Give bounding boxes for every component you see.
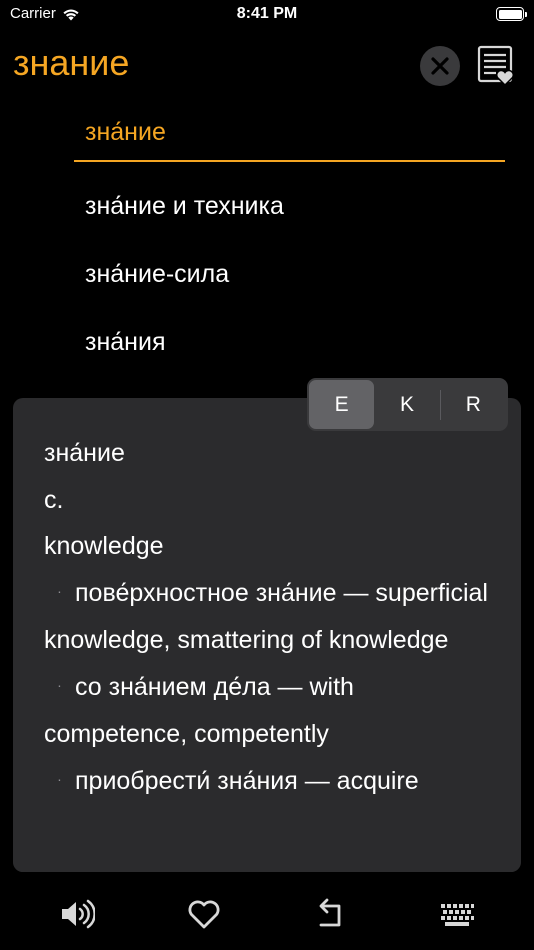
example-bullet: · bbox=[57, 770, 62, 787]
close-icon bbox=[431, 57, 449, 75]
speaker-icon bbox=[62, 899, 95, 929]
heart-icon bbox=[188, 900, 220, 929]
example-text: со зна́нием де́ла — with competence, com… bbox=[44, 672, 354, 749]
definition-translation: knowledge bbox=[44, 532, 164, 560]
back-arrow-icon bbox=[319, 898, 341, 927]
definition-example: · со зна́нием де́ла — with competence, co… bbox=[44, 664, 504, 758]
list-heart-icon bbox=[477, 45, 514, 86]
example-text: приобрести́ зна́ния — acquire bbox=[75, 766, 419, 795]
tab-russian[interactable]: R bbox=[441, 380, 506, 429]
example-bullet: · bbox=[57, 676, 62, 693]
definition-grammar: с. bbox=[44, 485, 64, 514]
clear-search-button[interactable] bbox=[420, 46, 460, 86]
suggestion-item[interactable]: зна́ние bbox=[74, 104, 505, 162]
definition-example: · приобрести́ зна́ния — acquire bbox=[44, 758, 504, 806]
status-bar: Carrier 8:41 PM bbox=[0, 0, 534, 30]
suggestions-list: зна́ние зна́ние и техника зна́ние-сила з… bbox=[74, 104, 505, 376]
speak-button[interactable] bbox=[57, 894, 97, 934]
tab-korean[interactable]: K bbox=[374, 380, 439, 429]
definition-headword: зна́ние bbox=[44, 439, 125, 467]
example-text: пове́рхностное зна́ние — superficial kno… bbox=[44, 578, 488, 655]
definition-example: · пове́рхностное зна́ние — superficial kn… bbox=[44, 570, 504, 664]
battery-icon bbox=[496, 7, 527, 21]
definition-card[interactable]: зна́ние с. knowledge · пове́рхностное зна… bbox=[13, 398, 521, 872]
favorites-list-button[interactable] bbox=[476, 44, 516, 86]
language-segmented-control: E K R bbox=[307, 378, 508, 431]
suggestion-item[interactable]: зна́ние и техника bbox=[74, 172, 505, 240]
definition-content: зна́ние с. knowledge · пове́рхностное зна… bbox=[44, 430, 504, 805]
back-button[interactable] bbox=[311, 894, 351, 934]
keyboard-button[interactable] bbox=[437, 894, 477, 934]
favorite-button[interactable] bbox=[184, 894, 224, 934]
tab-english[interactable]: E bbox=[309, 380, 375, 429]
bottom-toolbar bbox=[0, 880, 534, 950]
card-fade bbox=[13, 850, 521, 872]
battery-level bbox=[498, 9, 522, 19]
example-bullet: · bbox=[57, 582, 62, 599]
suggestion-item[interactable]: зна́ние-сила bbox=[74, 240, 505, 308]
suggestion-item[interactable]: зна́ния bbox=[74, 308, 505, 376]
keyboard-icon bbox=[441, 904, 474, 926]
search-field[interactable]: знание bbox=[13, 42, 129, 84]
status-time: 8:41 PM bbox=[236, 5, 298, 22]
